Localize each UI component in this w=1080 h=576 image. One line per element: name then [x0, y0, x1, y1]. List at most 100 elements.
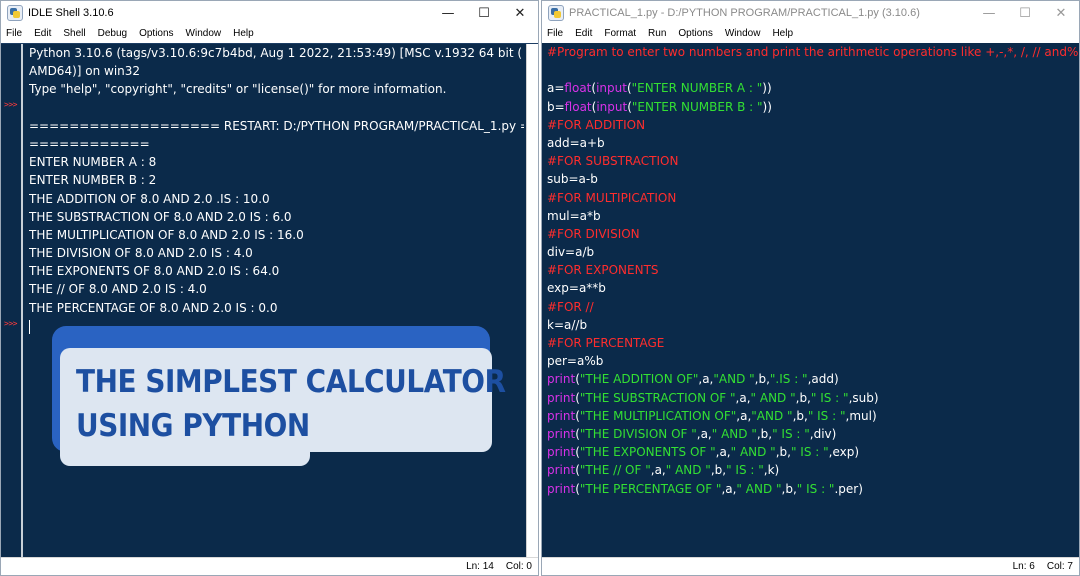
minimize-button[interactable]: — — [971, 1, 1007, 25]
minimize-button[interactable]: — — [430, 1, 466, 25]
code-string: "THE PERCENTAGE OF " — [579, 481, 722, 496]
shell-titlebar[interactable]: IDLE Shell 3.10.6 — ☐ ✕ — [1, 1, 538, 25]
code-line: print("THE ADDITION OF",a,"AND ",b,".IS … — [547, 370, 1079, 388]
code-text: )) — [762, 99, 772, 114]
code-builtin: float — [564, 81, 592, 96]
shell-output-line: ============ — [29, 136, 150, 151]
code-text: ,b, — [775, 445, 791, 460]
shell-output-line: THE // OF 8.0 AND 2.0 IS : 4.0 — [29, 282, 207, 297]
code-line: print("THE SUBSTRACTION OF ",a," AND ",b… — [547, 389, 1079, 407]
menu-file[interactable]: File — [547, 28, 563, 39]
code-line: print("THE MULTIPLICATION OF",a,"AND ",b… — [547, 407, 1079, 425]
maximize-button[interactable]: ☐ — [1007, 1, 1043, 25]
shell-output-line: =================== RESTART: D:/PYTHON P… — [29, 118, 524, 133]
code-comment: #Program to enter two numbers and print … — [547, 45, 1079, 59]
code-line: #Program to enter two numbers and print … — [547, 43, 1079, 61]
code-text: ,sub) — [848, 390, 879, 405]
shell-output-line: AMD64)] on win32 — [29, 64, 141, 79]
code-text: ,a, — [736, 408, 752, 423]
code-string: "AND " — [713, 372, 755, 387]
code-string: " IS : " — [807, 408, 846, 423]
code-comment: #FOR EXPONENTS — [547, 263, 659, 278]
editor-window-controls: — ☐ ✕ — [971, 1, 1079, 25]
maximize-button[interactable]: ☐ — [466, 1, 502, 25]
code-string: "THE EXPONENTS OF " — [579, 445, 716, 460]
menu-window[interactable]: Window — [186, 28, 222, 39]
code-string: " IS : " — [790, 445, 829, 460]
code-line: exp=a**b — [547, 279, 1079, 297]
code-text: ,b, — [792, 408, 808, 423]
code-editor-area[interactable]: #Program to enter two numbers and print … — [542, 43, 1079, 557]
menu-file[interactable]: File — [6, 28, 22, 39]
code-string: "THE ADDITION OF" — [579, 372, 699, 387]
text-cursor — [29, 320, 30, 334]
menu-edit[interactable]: Edit — [575, 28, 592, 39]
code-comment: #FOR SUBSTRACTION — [547, 154, 679, 169]
code-string: "THE // OF " — [579, 463, 651, 478]
shell-prompt-gutter: >>> >>> — [1, 44, 23, 557]
code-line: a=float(input("ENTER NUMBER A : ")) — [547, 79, 1079, 97]
code-string: " AND " — [730, 445, 776, 460]
code-line: #FOR ADDITION — [547, 116, 1079, 134]
menu-help[interactable]: Help — [772, 28, 793, 39]
line-number: Ln: 6 — [1012, 561, 1035, 572]
line-number: Ln: 14 — [466, 561, 494, 572]
column-number: Col: 0 — [505, 561, 532, 572]
code-line: print("THE PERCENTAGE OF ",a," AND ",b,"… — [547, 480, 1079, 498]
code-line: k=a//b — [547, 316, 1079, 334]
close-button[interactable]: ✕ — [502, 1, 538, 25]
code-text: ,a, — [715, 445, 731, 460]
menu-help[interactable]: Help — [233, 28, 254, 39]
code-text: a= — [547, 81, 565, 96]
shell-output-line: Python 3.10.6 (tags/v3.10.6:9c7b4bd, Aug… — [29, 46, 523, 60]
shell-output-line: THE MULTIPLICATION OF 8.0 AND 2.0 IS : 1… — [29, 227, 304, 242]
title-banner: THE SIMPLEST CALCULATOR USING PYTHON — [52, 326, 506, 466]
code-text: )) — [762, 81, 772, 96]
code-string: "ENTER NUMBER A : " — [631, 81, 763, 96]
menu-debug[interactable]: Debug — [98, 28, 127, 39]
menu-edit[interactable]: Edit — [34, 28, 51, 39]
code-line: sub=a-b — [547, 170, 1079, 188]
shell-statusbar: Ln: 14 Col: 0 — [1, 557, 538, 575]
code-line: div=a/b — [547, 243, 1079, 261]
code-text: .per) — [834, 481, 863, 496]
code-line: #FOR EXPONENTS — [547, 261, 1079, 279]
code-line: #FOR MULTIPICATION — [547, 189, 1079, 207]
code-string: " IS : " — [726, 463, 764, 478]
shell-prompt: >>> — [4, 319, 17, 328]
shell-output-area[interactable]: >>> >>> Python 3.10.6 (tags/v3.10.6:9c7b… — [1, 43, 538, 557]
menu-run[interactable]: Run — [648, 28, 666, 39]
code-text: sub=a-b — [547, 172, 598, 187]
code-comment: #FOR ADDITION — [547, 117, 646, 132]
code-string: "AND " — [751, 408, 793, 423]
editor-titlebar[interactable]: PRACTICAL_1.py - D:/PYTHON PROGRAM/PRACT… — [542, 1, 1079, 25]
idle-shell-window: IDLE Shell 3.10.6 — ☐ ✕ File Edit Shell … — [0, 0, 539, 576]
menu-options[interactable]: Options — [678, 28, 712, 39]
code-string: " IS : " — [810, 390, 849, 405]
close-button[interactable]: ✕ — [1043, 1, 1079, 25]
menu-format[interactable]: Format — [604, 28, 636, 39]
code-line: print("THE EXPONENTS OF ",a," AND ",b," … — [547, 443, 1079, 461]
code-text: ,b, — [710, 463, 727, 478]
code-line: #FOR SUBSTRACTION — [547, 152, 1079, 170]
shell-scrollbar[interactable] — [526, 44, 538, 557]
code-string: ".IS : " — [769, 372, 808, 387]
shell-output-line: THE ADDITION OF 8.0 AND 2.0 .IS : 10.0 — [29, 191, 270, 206]
code-builtin: input — [596, 99, 628, 114]
shell-output-line: THE SUBSTRACTION OF 8.0 AND 2.0 IS : 6.0 — [29, 209, 292, 224]
code-string: "THE DIVISION OF " — [579, 426, 697, 441]
code-line: per=a%b — [547, 352, 1079, 370]
menu-window[interactable]: Window — [725, 28, 761, 39]
python-file-icon — [548, 5, 564, 21]
code-string: " IS : " — [772, 426, 810, 441]
menu-shell[interactable]: Shell — [63, 28, 85, 39]
code-text: ,a, — [698, 372, 714, 387]
code-line: b=float(input("ENTER NUMBER B : ")) — [547, 98, 1079, 116]
code-string: " AND " — [711, 426, 757, 441]
code-builtin: input — [596, 81, 627, 96]
shell-output-line: THE EXPONENTS OF 8.0 AND 2.0 IS : 64.0 — [29, 264, 280, 279]
menu-options[interactable]: Options — [139, 28, 173, 39]
code-comment: #FOR // — [547, 299, 594, 314]
code-text: ,b, — [754, 372, 770, 387]
